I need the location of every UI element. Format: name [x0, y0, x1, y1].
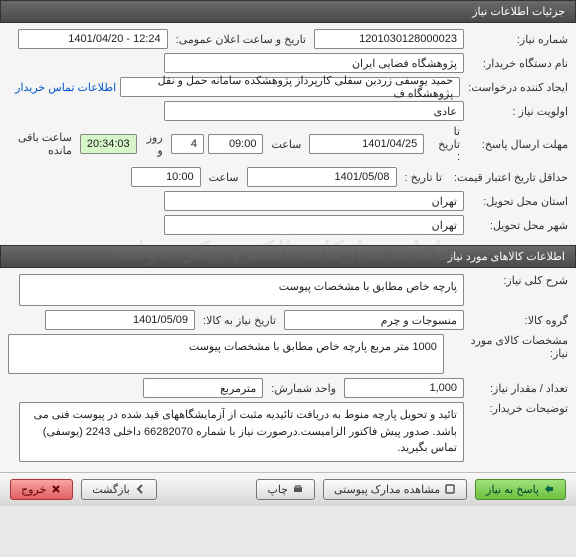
need-goods-date-value: 1401/05/09: [45, 310, 195, 330]
need-summary-value: پارچه خاص مطابق با مشخصات پیوست: [19, 274, 464, 306]
priority-label: اولویت نیاز :: [468, 105, 568, 118]
need-details-body: شماره نیاز: 1201030128000023 تاریخ و ساع…: [0, 23, 576, 245]
reply-deadline-label: مهلت ارسال پاسخ:: [468, 138, 568, 151]
print-icon: [292, 483, 304, 495]
public-announce-value: 1401/04/20 - 12:24: [18, 29, 168, 49]
days-left-value: 4: [171, 134, 204, 154]
print-button[interactable]: چاپ: [256, 479, 315, 500]
need-summary-label: شرح کلی نیاز:: [468, 274, 568, 287]
delivery-province-label: استان محل تحویل:: [468, 195, 568, 208]
buyer-contact-link[interactable]: اطلاعات تماس خریدار: [15, 81, 116, 94]
goods-group-label: گروه کالا:: [468, 314, 568, 327]
reply-button[interactable]: پاسخ به نیاز: [475, 479, 566, 500]
print-button-label: چاپ: [267, 483, 288, 496]
goods-info-body: شرح کلی نیاز: پارچه خاص مطابق با مشخصات …: [0, 268, 576, 472]
hour-label-2: ساعت: [205, 171, 243, 184]
back-button-label: بازگشت: [92, 483, 130, 496]
unit-label: واحد شمارش:: [267, 382, 340, 395]
need-details-header: جزئیات اطلاعات نیاز: [0, 0, 576, 23]
request-creator-value: حمید یوسفی زردین سفلی کارپرداز پژوهشکده …: [120, 77, 460, 97]
qty-label: تعداد / مقدار نیاز:: [468, 382, 568, 395]
arrow-icon: [543, 483, 555, 495]
delivery-city-label: شهر محل تحویل:: [468, 219, 568, 232]
delivery-city-value: تهران: [164, 215, 464, 235]
exit-icon: [50, 483, 62, 495]
public-announce-label: تاریخ و ساعت اعلان عمومی:: [172, 33, 310, 46]
days-and-label: روز و: [141, 131, 167, 157]
reply-to-date-value: 1401/04/25: [309, 134, 424, 154]
remaining-label: ساعت باقی مانده: [8, 131, 76, 157]
hour-label-1: ساعت: [267, 138, 305, 151]
price-to-date-value: 1401/05/08: [247, 167, 397, 187]
buyer-org-label: نام دستگاه خریدار:: [468, 57, 568, 70]
need-number-value: 1201030128000023: [314, 29, 464, 49]
time-left-value: 20:34:03: [80, 134, 137, 154]
price-hour-value: 10:00: [131, 167, 201, 187]
buyer-notes-label: توضیحات خریدار:: [468, 402, 568, 415]
price-validity-label: حداقل تاریخ اعتبار قیمت:: [450, 171, 568, 184]
unit-value: مترمربع: [143, 378, 263, 398]
to-date-label-1: تا تاریخ :: [428, 125, 464, 163]
request-creator-label: ایجاد کننده درخواست:: [464, 81, 568, 94]
goods-specs-label: مشخصات کالای مورد نیاز:: [448, 334, 568, 360]
attachment-icon: [444, 483, 456, 495]
buyer-notes-value: تائید و تحویل پارچه منوط به دریافت تائید…: [19, 402, 464, 462]
goods-info-header: اطلاعات کالاهای مورد نیاز: [0, 245, 576, 268]
view-attachments-label: مشاهده مدارک پیوستی: [334, 483, 440, 496]
back-icon: [134, 483, 146, 495]
goods-specs-value: 1000 متر مربع پارچه خاص مطابق با مشخصات …: [8, 334, 444, 374]
need-number-label: شماره نیاز:: [468, 33, 568, 46]
reply-button-label: پاسخ به نیاز: [486, 483, 539, 496]
back-button[interactable]: بازگشت: [81, 479, 157, 500]
need-goods-date-label: تاریخ نیاز به کالا:: [199, 314, 280, 327]
delivery-province-value: تهران: [164, 191, 464, 211]
reply-hour-value: 09:00: [208, 134, 264, 154]
qty-value: 1,000: [344, 378, 464, 398]
view-attachments-button[interactable]: مشاهده مدارک پیوستی: [323, 479, 467, 500]
exit-button-label: خروج: [21, 483, 46, 496]
buyer-org-value: پژوهشگاه فضایی ایران: [164, 53, 464, 73]
action-bar: پاسخ به نیاز مشاهده مدارک پیوستی چاپ باز…: [0, 472, 576, 506]
priority-value: عادی: [164, 101, 464, 121]
to-date-label-2: تا تاریخ :: [401, 171, 446, 184]
exit-button[interactable]: خروج: [10, 479, 73, 500]
goods-group-value: منسوجات و چرم: [284, 310, 464, 330]
